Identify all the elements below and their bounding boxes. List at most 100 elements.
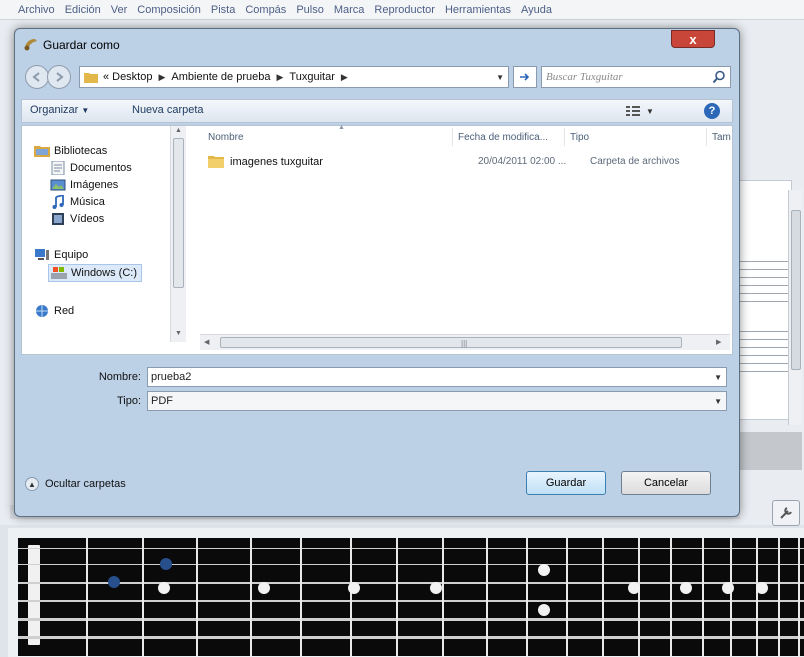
navigation-bar: « Desktop ▶ Ambiente de prueba ▶ Tuxguit… (21, 63, 733, 91)
chevron-down-icon[interactable]: ▼ (714, 397, 722, 406)
arrow-left-icon (32, 72, 40, 82)
documents-icon (51, 161, 65, 175)
file-browser: Bibliotecas Documentos Imágenes Música V… (21, 124, 733, 355)
sidebar-item-pictures[interactable]: Imágenes (50, 178, 118, 192)
fret-marker (756, 582, 768, 594)
filetype-label: Tipo: (116, 395, 141, 407)
menu-edicion[interactable]: Edición (65, 4, 101, 16)
menu-reproductor[interactable]: Reproductor (374, 4, 435, 16)
sidebar-item-videos[interactable]: Vídeos (50, 212, 104, 226)
search-box[interactable] (541, 66, 731, 88)
chevron-down-icon: ▼ (81, 106, 90, 115)
fret-wire (196, 538, 198, 656)
sidebar-item-documents[interactable]: Documentos (50, 161, 132, 175)
sidebar-item-libraries[interactable]: Bibliotecas (34, 144, 107, 158)
chevron-down-icon[interactable]: ▼ (714, 373, 722, 382)
close-button[interactable]: x (671, 30, 715, 48)
note-position[interactable] (160, 558, 172, 570)
address-bar[interactable]: « Desktop ▶ Ambiente de prueba ▶ Tuxguit… (79, 66, 509, 88)
menu-marca[interactable]: Marca (334, 4, 365, 16)
menu-ver[interactable]: Ver (111, 4, 128, 16)
save-button[interactable]: Guardar (526, 471, 606, 495)
organize-button[interactable]: Organizar ▼ (30, 104, 89, 116)
breadcrumb-separator-icon[interactable]: ▶ (276, 72, 283, 83)
fret-wire (730, 538, 732, 656)
column-header-modified[interactable]: Fecha de modifica... (458, 132, 548, 143)
sidebar-item-windows-drive[interactable]: Windows (C:) (48, 264, 143, 282)
folder-icon (84, 72, 98, 83)
menu-ayuda[interactable]: Ayuda (521, 4, 552, 16)
fret-marker (628, 582, 640, 594)
sidebar-item-network[interactable]: Red (34, 304, 74, 318)
back-button[interactable] (25, 65, 49, 89)
help-button[interactable]: ? (704, 103, 720, 119)
menu-composicion[interactable]: Composición (137, 4, 201, 16)
scroll-up-icon[interactable]: ▲ (175, 127, 182, 134)
note-position[interactable] (108, 576, 120, 588)
file-name: imagenes tuxguitar (230, 156, 323, 168)
scroll-right-icon[interactable]: ▶ (716, 338, 721, 346)
scrollbar-thumb[interactable] (173, 138, 184, 288)
wrench-icon (780, 507, 792, 519)
fret-wire (756, 538, 758, 656)
fret-wire (638, 538, 640, 656)
breadcrumb-test-env[interactable]: Ambiente de prueba (171, 71, 270, 83)
column-header-name[interactable]: Nombre (208, 132, 244, 143)
chevron-down-icon[interactable]: ▼ (496, 73, 504, 82)
fret-wire (142, 538, 144, 656)
navigation-scrollbar[interactable]: ▲ ▼ (170, 126, 186, 342)
search-input[interactable] (546, 69, 706, 85)
column-header-size[interactable]: Tam (712, 132, 731, 143)
scrollbar-thumb[interactable] (791, 210, 801, 370)
menu-compas[interactable]: Compás (245, 4, 286, 16)
filename-field[interactable]: prueba2 ▼ (147, 367, 727, 387)
guitar-string (18, 548, 804, 549)
sidebar-item-music[interactable]: Música (50, 195, 105, 209)
breadcrumb-overflow[interactable]: « (103, 71, 109, 83)
refresh-button[interactable] (513, 66, 537, 88)
navigation-pane: Bibliotecas Documentos Imágenes Música V… (22, 126, 186, 354)
refresh-icon (520, 73, 530, 81)
chevron-up-icon: ▲ (25, 477, 39, 491)
tool-button[interactable] (772, 500, 800, 526)
app-menubar: Archivo Edición Ver Composición Pista Co… (0, 0, 804, 20)
column-header-type[interactable]: Tipo (570, 132, 589, 143)
menu-archivo[interactable]: Archivo (18, 4, 55, 16)
hide-folders-toggle[interactable]: ▲ Ocultar carpetas (25, 477, 126, 491)
scroll-down-icon[interactable]: ▼ (175, 330, 182, 337)
cancel-button[interactable]: Cancelar (621, 471, 711, 495)
fret-marker (258, 582, 270, 594)
search-icon[interactable] (712, 70, 726, 84)
breadcrumb-desktop[interactable]: Desktop (112, 71, 152, 83)
fret-wire (778, 538, 780, 656)
menu-pista[interactable]: Pista (211, 4, 235, 16)
filetype-value: PDF (151, 395, 173, 407)
views-button[interactable]: ▼ (626, 103, 656, 119)
fret-wire (566, 538, 568, 656)
fret-wire (396, 538, 398, 656)
fretboard-nut (28, 545, 40, 645)
menu-pulso[interactable]: Pulso (296, 4, 324, 16)
fret-wire (486, 538, 488, 656)
file-row[interactable]: imagenes tuxguitar 20/04/2011 02:00 ... … (208, 152, 728, 172)
menu-herramientas[interactable]: Herramientas (445, 4, 511, 16)
sort-ascending-icon: ▲ (338, 124, 345, 131)
fret-marker (348, 582, 360, 594)
breadcrumb-tuxguitar[interactable]: Tuxguitar (289, 71, 334, 83)
scrollbar-thumb[interactable]: ||| (220, 337, 682, 348)
file-type: Carpeta de archivos (590, 156, 680, 167)
dialog-titlebar[interactable]: Guardar como x (15, 29, 739, 59)
fretboard-panel (8, 528, 804, 657)
filetype-select[interactable]: PDF ▼ (147, 391, 727, 411)
breadcrumb-separator-icon[interactable]: ▶ (158, 72, 165, 83)
score-scrollbar[interactable] (788, 190, 802, 425)
fret-marker (538, 604, 550, 616)
breadcrumb-separator-icon[interactable]: ▶ (341, 72, 348, 83)
scroll-left-icon[interactable]: ◀ (204, 338, 209, 346)
new-folder-button[interactable]: Nueva carpeta (132, 104, 204, 116)
fretboard[interactable] (18, 538, 804, 656)
forward-button[interactable] (47, 65, 71, 89)
sidebar-item-computer[interactable]: Equipo (34, 248, 88, 262)
horizontal-scrollbar[interactable]: ◀ ||| ▶ (200, 334, 730, 350)
fret-wire (602, 538, 604, 656)
